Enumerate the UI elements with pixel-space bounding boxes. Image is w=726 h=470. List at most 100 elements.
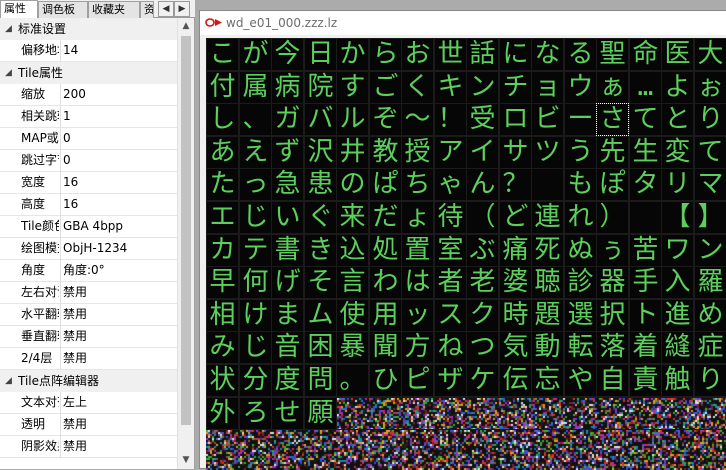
tile-cell[interactable]: ） xyxy=(597,202,628,233)
tile-cell[interactable]: の xyxy=(337,169,368,200)
property-row[interactable]: 角度 角度:0° xyxy=(0,260,177,282)
tile-cell[interactable]: 題 xyxy=(532,300,563,331)
tile-cell[interactable]: 忘 xyxy=(532,365,563,396)
tile-cell[interactable]: め xyxy=(695,300,726,331)
scroll-up-arrow-icon[interactable]: ▲ xyxy=(178,18,194,35)
tile-cell[interactable]: 音 xyxy=(272,332,303,363)
scroll-down-arrow-icon[interactable]: ▼ xyxy=(178,452,194,469)
tile-cell[interactable]: ビ xyxy=(532,104,563,135)
property-value[interactable]: 0 xyxy=(63,150,175,171)
tile-cell[interactable]: 付 xyxy=(207,72,238,103)
property-value[interactable]: 禁用 xyxy=(63,304,175,325)
tile-cell[interactable]: 授 xyxy=(402,137,433,168)
tile-cell[interactable]: タ xyxy=(630,169,661,200)
tile-cell[interactable]: ぶ xyxy=(467,235,498,266)
tab-2[interactable]: 收藏夹 xyxy=(88,1,140,18)
tile-cell[interactable]: あ xyxy=(207,137,238,168)
tile-cell[interactable]: り xyxy=(695,365,726,396)
tile-cell[interactable]: う xyxy=(565,137,596,168)
tile-cell[interactable]: ン xyxy=(695,235,726,266)
tile-cell[interactable]: 困 xyxy=(305,332,336,363)
property-row[interactable]: Tile颜色 GBA 4bpp xyxy=(0,216,177,238)
tile-cell[interactable]: ち xyxy=(402,169,433,200)
tile-cell[interactable]: ？ xyxy=(500,169,531,200)
tile-cell[interactable]: ど xyxy=(500,202,531,233)
property-value[interactable]: 14 xyxy=(63,40,175,61)
tile-cell[interactable]: ケ xyxy=(467,365,498,396)
tile-cell[interactable]: ろ xyxy=(240,398,271,429)
tile-cell[interactable]: て xyxy=(630,104,661,135)
tile-cell[interactable]: 日 xyxy=(305,39,336,70)
tile-cell[interactable]: 言 xyxy=(337,267,368,298)
tile-cell[interactable]: 。 xyxy=(337,365,368,396)
tile-cell[interactable]: 入 xyxy=(662,267,693,298)
property-value[interactable]: 200 xyxy=(63,84,175,105)
tile-cell[interactable]: 受 xyxy=(467,104,498,135)
tile-cell[interactable]: こ xyxy=(207,39,238,70)
tile-cell[interactable]: ぽ xyxy=(597,169,628,200)
tile-cell[interactable]: お xyxy=(402,39,433,70)
tile-cell[interactable]: 病 xyxy=(272,72,303,103)
tile-cell[interactable]: 書 xyxy=(272,235,303,266)
tile-cell[interactable]: え xyxy=(240,137,271,168)
tab-scroll-right-icon[interactable]: ▶ xyxy=(174,1,190,17)
tile-cell[interactable]: ひ xyxy=(370,365,401,396)
tile-cell[interactable]: 症 xyxy=(695,332,726,363)
tile-cell[interactable]: 婆 xyxy=(500,267,531,298)
property-scrollbar[interactable]: ▲ ▼ xyxy=(177,18,194,469)
tile-cell[interactable]: れ xyxy=(565,202,596,233)
tile-cell[interactable]: ず xyxy=(272,137,303,168)
tile-cell[interactable]: サ xyxy=(500,137,531,168)
tile-cell[interactable]: 属 xyxy=(240,72,271,103)
property-row[interactable]: 偏移地址 14 xyxy=(0,40,177,62)
property-value[interactable]: 0 xyxy=(63,128,175,149)
tile-cell[interactable]: 、 xyxy=(240,104,271,135)
tile-cell[interactable]: は xyxy=(402,267,433,298)
property-value[interactable]: GBA 4bpp xyxy=(63,216,175,237)
property-value[interactable]: 左上 xyxy=(63,392,175,413)
tile-cell[interactable]: に xyxy=(500,39,531,70)
tile-cell[interactable]: 痛 xyxy=(500,235,531,266)
tile-cell[interactable]: ゃ xyxy=(435,169,466,200)
tile-cell[interactable]: 急 xyxy=(272,169,303,200)
tile-cell[interactable]: な xyxy=(532,39,563,70)
tile-cell[interactable]: 聞 xyxy=(370,332,401,363)
tile-cell[interactable]: ツ xyxy=(532,137,563,168)
tile-cell[interactable]: 縫 xyxy=(662,332,693,363)
property-row[interactable]: 水平翻转禁用 xyxy=(0,304,177,326)
property-row[interactable]: 透明 禁用 xyxy=(0,414,177,436)
tile-cell[interactable]: バ xyxy=(305,104,336,135)
property-row[interactable]: 高度 16 xyxy=(0,194,177,216)
tile-cell[interactable]: 命 xyxy=(630,39,661,70)
tile-cell[interactable]: く xyxy=(402,72,433,103)
property-row[interactable]: 文本对齐左上 xyxy=(0,392,177,414)
tile-cell[interactable]: ぐ xyxy=(305,202,336,233)
tile-cell[interactable]: 早 xyxy=(207,267,238,298)
tile-cell[interactable] xyxy=(532,169,563,200)
property-row[interactable]: 宽度 16 xyxy=(0,172,177,194)
tile-cell[interactable]: 伝 xyxy=(500,365,531,396)
collapse-triangle-icon[interactable]: ◢ xyxy=(5,62,12,84)
tile-cell[interactable]: ザ xyxy=(435,365,466,396)
tile-cell[interactable]: 待 xyxy=(435,202,466,233)
tile-cell[interactable]: か xyxy=(337,39,368,70)
property-value[interactable]: 1 xyxy=(63,106,175,127)
tile-cell[interactable]: 医 xyxy=(662,39,693,70)
tile-cell[interactable]: 変 xyxy=(662,137,693,168)
collapse-triangle-icon[interactable]: ◢ xyxy=(5,18,12,40)
tile-cell[interactable]: 苦 xyxy=(630,235,661,266)
tile-cell[interactable]: ぁ xyxy=(597,72,628,103)
tile-cell[interactable]: わ xyxy=(370,267,401,298)
category-header[interactable]: ◢ Tile属性 xyxy=(0,62,177,84)
tile-cell[interactable]: 責 xyxy=(630,365,661,396)
tile-cell[interactable]: き xyxy=(305,235,336,266)
tile-cell[interactable]: 願 xyxy=(305,398,336,429)
tile-cell[interactable]: も xyxy=(565,169,596,200)
tile-cell[interactable]: ね xyxy=(435,332,466,363)
tile-cell[interactable]: け xyxy=(240,300,271,331)
tile-cell[interactable]: 者 xyxy=(435,267,466,298)
tab-1[interactable]: 调色板 xyxy=(38,1,88,18)
tile-cell[interactable]: ワ xyxy=(662,235,693,266)
tile-cell[interactable]: カ xyxy=(207,235,238,266)
tile-cell[interactable]: キ xyxy=(435,72,466,103)
